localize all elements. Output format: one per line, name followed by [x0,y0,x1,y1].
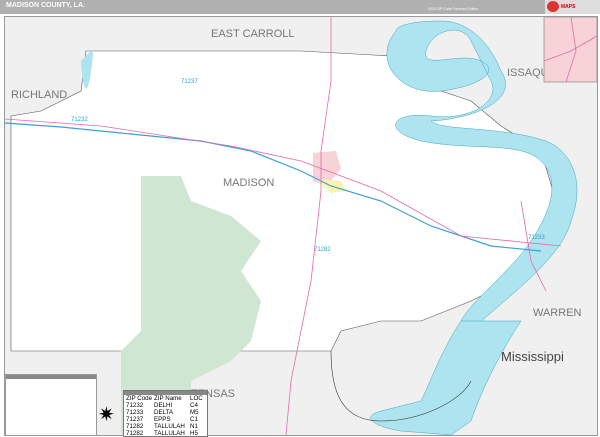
publisher-logo: MAPS [545,0,600,14]
label-madison: MADISON [223,177,274,189]
zip-label: 71232 [71,117,88,123]
table-row: 71232 DELHI C4 [124,402,207,409]
name-cell: DELHI [154,402,173,409]
label-warren: WARREN [533,307,582,319]
edition-label: 2020 ZIP Code Premium Edition [428,7,479,11]
zip-cell: 71237 [126,416,144,423]
zip-label: 71237 [181,79,198,85]
loc-cell: N1 [190,423,198,430]
zip-label: 71233 [528,235,545,241]
map-title: MADISON COUNTY, LA. [6,2,85,9]
col-zip: ZIP Code [126,395,153,402]
map-canvas[interactable]: EAST CARROLL RICHLAND ISSAQU MADISON TEN… [4,16,598,436]
zip-cell: 71282 [126,423,144,430]
label-issaquena: ISSAQU [507,67,549,79]
logo-text: MAPS [561,4,576,10]
name-cell: DELTA [154,409,174,416]
zip-label: 71282 [314,247,331,253]
col-name: ZIP Name [154,395,182,402]
logo-icon [547,1,559,12]
map-svg: EAST CARROLL RICHLAND ISSAQU MADISON TEN… [5,17,597,435]
zip-table: ZIP Code ZIP Name LOC 71232 DELHI C4 71233 DE… [123,390,208,437]
loc-cell: C4 [190,402,198,409]
loc-cell: C1 [190,416,198,423]
compass-rose-icon: ✷ [98,404,115,426]
table-row: 71282 TALLULAH N1 [124,423,207,430]
legend-header [6,375,96,379]
label-richland: RICHLAND [11,89,67,101]
label-mississippi: Mississippi [501,349,564,364]
label-east-carroll: EAST CARROLL [211,28,295,40]
table-row: 71237 EPPS C1 [124,416,207,423]
col-loc: LOC [190,395,203,402]
zip-cell: 71233 [126,409,144,416]
loc-cell: M5 [190,409,199,416]
name-cell: EPPS [154,416,171,423]
zip-table-head-row: ZIP Code ZIP Name LOC [124,395,207,402]
zip-cell: 71232 [126,402,144,409]
name-cell: TALLULAH [154,423,185,430]
inset-map[interactable] [543,17,597,83]
table-row: 71233 DELTA M5 [124,409,207,416]
map-legend [5,374,97,436]
header-bar: MADISON COUNTY, LA. 2020 ZIP Code Premiu… [0,0,600,14]
